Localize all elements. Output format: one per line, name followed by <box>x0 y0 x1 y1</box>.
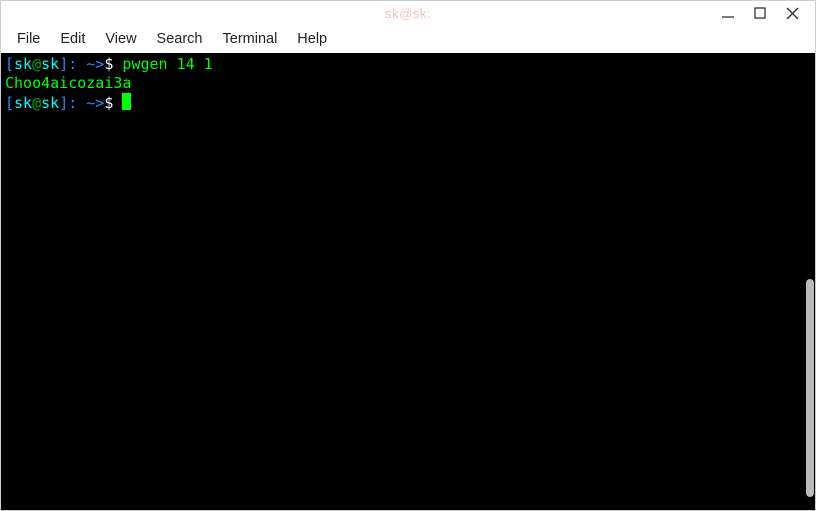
terminal-area: [sk@sk]: ~>$ pwgen 14 1 Choo4aicozai3a [… <box>1 53 815 510</box>
prompt-path: ~> <box>86 55 104 73</box>
menu-search[interactable]: Search <box>147 27 213 51</box>
prompt-dollar: $ <box>104 55 122 73</box>
titlebar: sk@sk: <box>1 1 815 25</box>
prompt-path: ~> <box>86 94 104 112</box>
prompt-at: @ <box>32 55 41 73</box>
minimize-icon <box>721 6 735 20</box>
close-icon <box>786 7 799 20</box>
window-controls <box>721 1 809 25</box>
menu-view[interactable]: View <box>95 27 146 51</box>
menubar: File Edit View Search Terminal Help <box>1 25 815 53</box>
prompt-host: sk <box>41 94 59 112</box>
maximize-icon <box>754 7 766 19</box>
menu-edit[interactable]: Edit <box>50 27 95 51</box>
menu-file[interactable]: File <box>7 27 50 51</box>
window-title: sk@sk: <box>385 6 431 21</box>
prompt-user: sk <box>14 94 32 112</box>
prompt-bracket-close: ]: <box>59 55 86 73</box>
output-line: Choo4aicozai3a <box>5 74 131 92</box>
cursor <box>122 93 131 110</box>
terminal[interactable]: [sk@sk]: ~>$ pwgen 14 1 Choo4aicozai3a [… <box>1 53 815 510</box>
command-text: pwgen 14 1 <box>122 55 212 73</box>
close-button[interactable] <box>785 6 799 20</box>
prompt-bracket-close: ]: <box>59 94 86 112</box>
prompt-at: @ <box>32 94 41 112</box>
scrollbar[interactable] <box>805 53 815 510</box>
prompt-user: sk <box>14 55 32 73</box>
scrollbar-thumb[interactable] <box>806 279 814 497</box>
maximize-button[interactable] <box>753 6 767 20</box>
prompt-bracket-open: [ <box>5 94 14 112</box>
menu-terminal[interactable]: Terminal <box>213 27 288 51</box>
prompt-bracket-open: [ <box>5 55 14 73</box>
minimize-button[interactable] <box>721 6 735 20</box>
prompt-host: sk <box>41 55 59 73</box>
menu-help[interactable]: Help <box>287 27 337 51</box>
terminal-window: sk@sk: File Edit View Search Terminal He… <box>0 0 816 511</box>
prompt-dollar: $ <box>104 94 122 112</box>
